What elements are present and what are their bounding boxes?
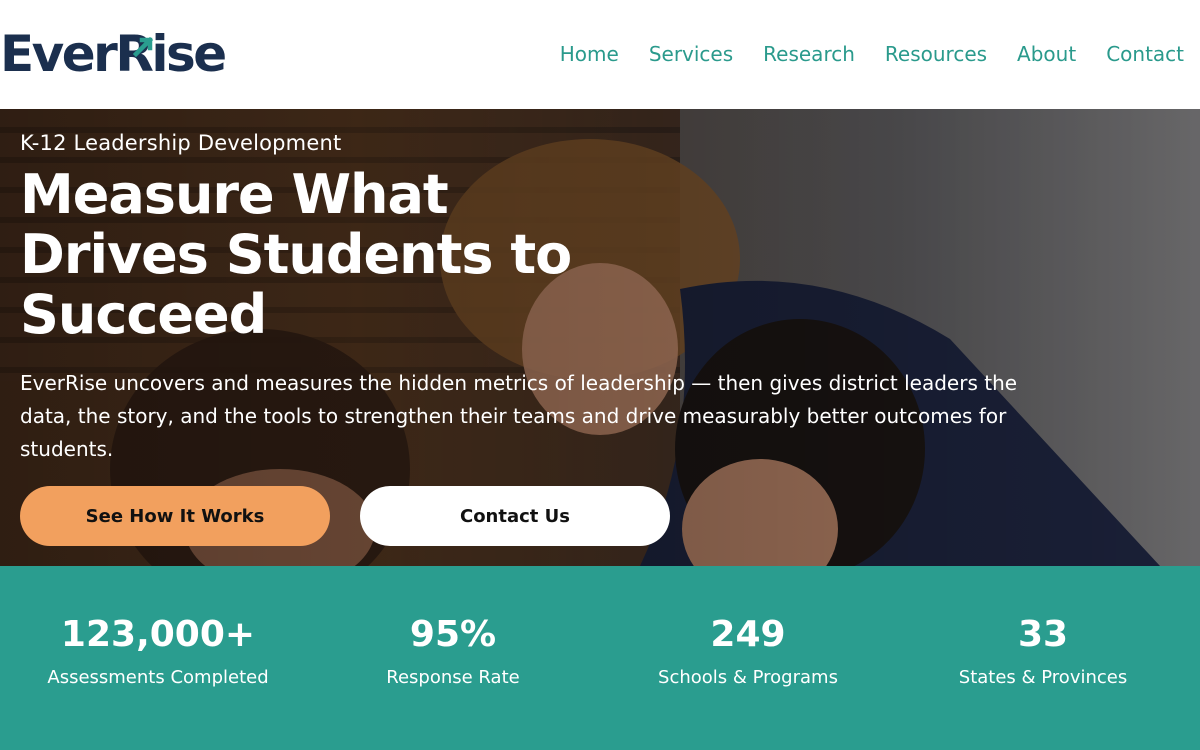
stat-label: Assessments Completed bbox=[47, 667, 269, 688]
hero-section: K-12 Leadership Development Measure What… bbox=[0, 109, 1200, 566]
nav-about[interactable]: About bbox=[1017, 42, 1076, 66]
stat-value: 123,000+ bbox=[60, 614, 256, 655]
stat-assessments: 123,000+ Assessments Completed bbox=[8, 614, 308, 690]
main-nav: Home Services Research Resources About C… bbox=[530, 36, 1184, 72]
hero-eyebrow: K-12 Leadership Development bbox=[20, 131, 342, 155]
stat-response-rate: 95% Response Rate bbox=[303, 614, 603, 690]
logo-arrow-icon bbox=[133, 36, 154, 57]
stat-value: 249 bbox=[710, 614, 786, 655]
logo-text-rise-wrap: Rise bbox=[115, 25, 227, 83]
stat-value: 95% bbox=[409, 614, 497, 655]
stat-label: Response Rate bbox=[386, 667, 520, 688]
stats-band: 123,000+ Assessments Completed 95% Respo… bbox=[0, 566, 1200, 750]
logo-text-rise: Rise bbox=[115, 25, 227, 83]
stat-states: 33 States & Provinces bbox=[893, 614, 1193, 690]
see-how-it-works-button[interactable]: See How It Works bbox=[20, 486, 330, 546]
nav-home[interactable]: Home bbox=[560, 42, 619, 66]
nav-contact[interactable]: Contact bbox=[1106, 42, 1184, 66]
hero-title: Measure What Drives Students to Succeed bbox=[20, 163, 572, 346]
logo-text-ever: Ever bbox=[0, 25, 118, 83]
stat-label: States & Provinces bbox=[958, 667, 1128, 688]
stat-schools: 249 Schools & Programs bbox=[598, 614, 898, 690]
nav-resources[interactable]: Resources bbox=[885, 42, 987, 66]
nav-services[interactable]: Services bbox=[649, 42, 733, 66]
everrise-logo[interactable]: Ever Rise bbox=[0, 24, 227, 84]
site-header: Ever Rise Home Services Research Resourc… bbox=[0, 0, 1200, 109]
stat-label: Schools & Programs bbox=[658, 667, 838, 688]
hero-description: EverRise uncovers and measures the hidde… bbox=[20, 371, 1018, 461]
stat-value: 33 bbox=[1017, 614, 1069, 655]
contact-us-button[interactable]: Contact Us bbox=[360, 486, 670, 546]
nav-research[interactable]: Research bbox=[763, 42, 855, 66]
